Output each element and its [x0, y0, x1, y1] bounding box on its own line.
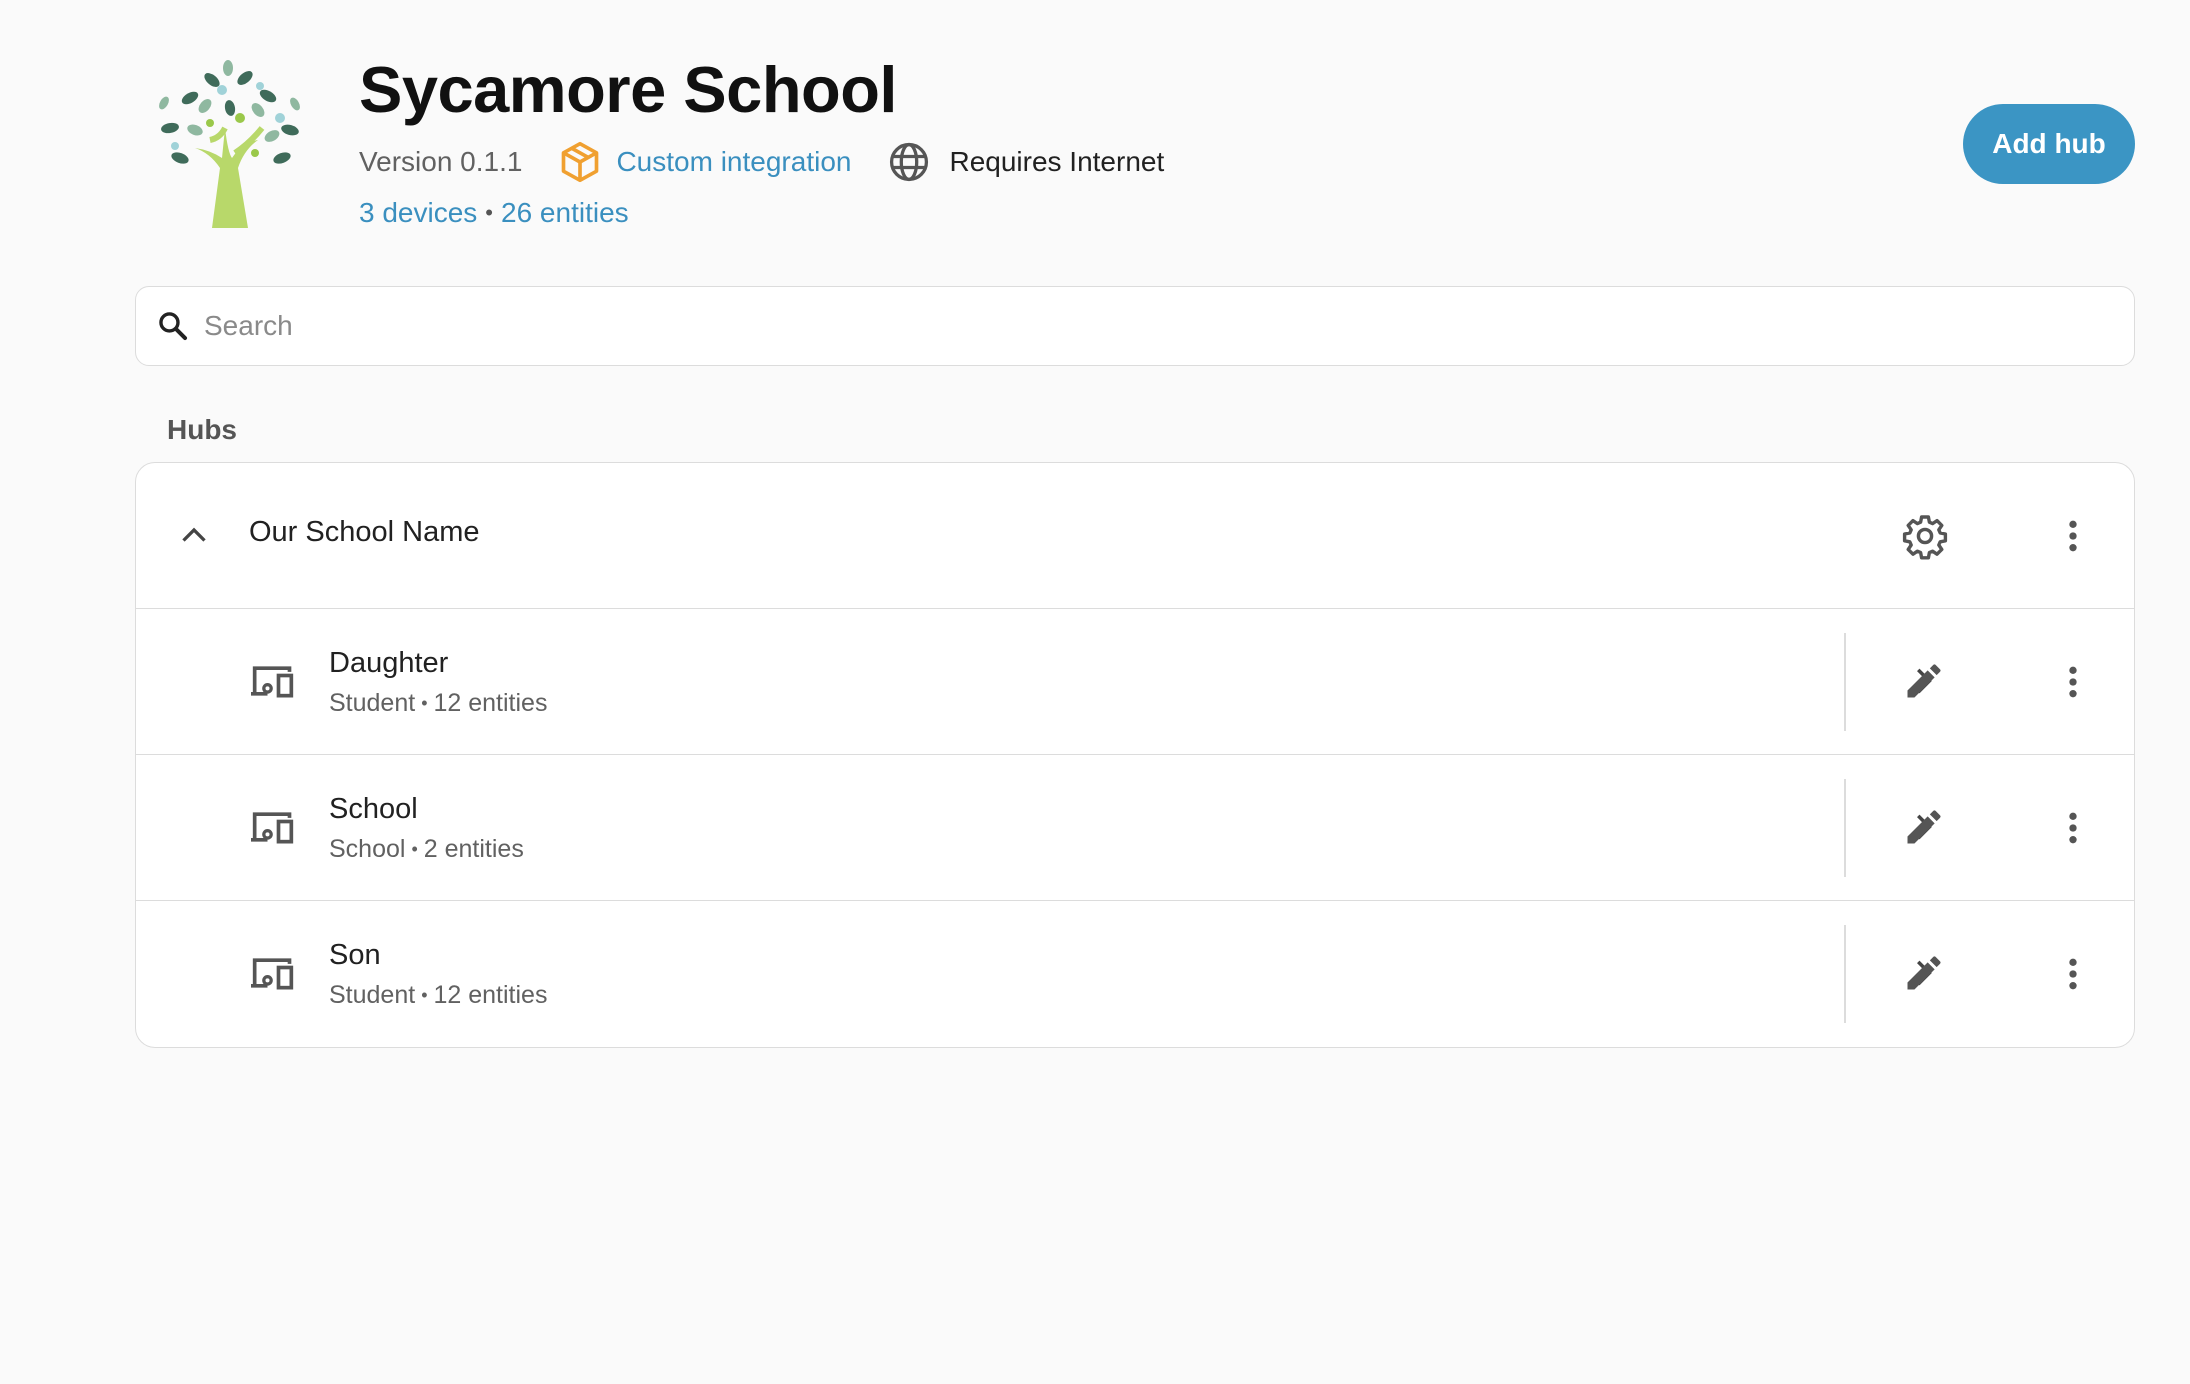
page-title: Sycamore School	[359, 53, 898, 126]
divider	[1844, 779, 1846, 877]
tree-logo	[159, 60, 300, 228]
device-type: School	[329, 835, 406, 863]
device-subtitle: Student • 12 entities	[329, 981, 547, 1010]
device-entities: 12 entities	[433, 981, 548, 1009]
pencil-icon[interactable]	[1902, 659, 1946, 703]
custom-integration-link[interactable]: Custom integration	[616, 146, 851, 178]
requires-internet-label: Requires Internet	[949, 146, 1165, 177]
divider	[1844, 925, 1846, 1023]
devices-link[interactable]: 3 devices	[359, 197, 477, 229]
device-name: Daughter	[329, 647, 449, 679]
divider	[1844, 633, 1846, 731]
gear-icon[interactable]	[1901, 512, 1949, 560]
device-row-son[interactable]: Son Student • 12 entities	[136, 901, 2134, 1047]
hub-name: Our School Name	[249, 516, 480, 548]
hub-row[interactable]: Our School Name	[136, 463, 2134, 609]
chevron-up-icon[interactable]	[176, 518, 212, 554]
hubs-section-label: Hubs	[167, 414, 237, 445]
devices-icon	[251, 958, 294, 990]
search-input[interactable]	[202, 309, 2106, 343]
pencil-icon[interactable]	[1902, 805, 1946, 849]
separator-dot: •	[421, 693, 428, 713]
dots-vertical-icon[interactable]	[2053, 954, 2093, 994]
dots-vertical-icon[interactable]	[2053, 516, 2093, 556]
version-label: Version 0.1.1	[359, 146, 523, 177]
integration-meta: Version 0.1.1 Custom integration Require…	[359, 140, 1164, 184]
devices-icon	[251, 666, 294, 698]
add-hub-button[interactable]: Add hub	[1963, 104, 2135, 184]
device-subtitle: Student • 12 entities	[329, 689, 547, 718]
device-type: Student	[329, 689, 416, 717]
separator-dot: •	[421, 985, 428, 1005]
entities-link[interactable]: 26 entities	[501, 197, 629, 229]
package-icon	[562, 141, 599, 183]
device-row-daughter[interactable]: Daughter Student • 12 entities	[136, 609, 2134, 755]
device-row-school[interactable]: School School • 2 entities	[136, 755, 2134, 901]
device-entity-counts: 3 devices • 26 entities	[359, 197, 629, 229]
device-entities: 12 entities	[433, 689, 548, 717]
globe-icon	[890, 142, 929, 182]
dots-vertical-icon[interactable]	[2053, 662, 2093, 702]
search-icon	[159, 312, 188, 341]
devices-icon	[251, 812, 294, 844]
search-bar[interactable]	[135, 286, 2135, 366]
separator-dot: •	[411, 839, 418, 859]
device-name: Son	[329, 939, 381, 971]
device-type: Student	[329, 981, 416, 1009]
device-entities: 2 entities	[423, 835, 524, 863]
hubs-card: Our School Name Daughter Student • 12 enti…	[135, 462, 2135, 1048]
separator-dot: •	[485, 200, 493, 225]
pencil-icon[interactable]	[1902, 951, 1946, 995]
device-name: School	[329, 793, 418, 825]
dots-vertical-icon[interactable]	[2053, 808, 2093, 848]
device-subtitle: School • 2 entities	[329, 835, 524, 864]
